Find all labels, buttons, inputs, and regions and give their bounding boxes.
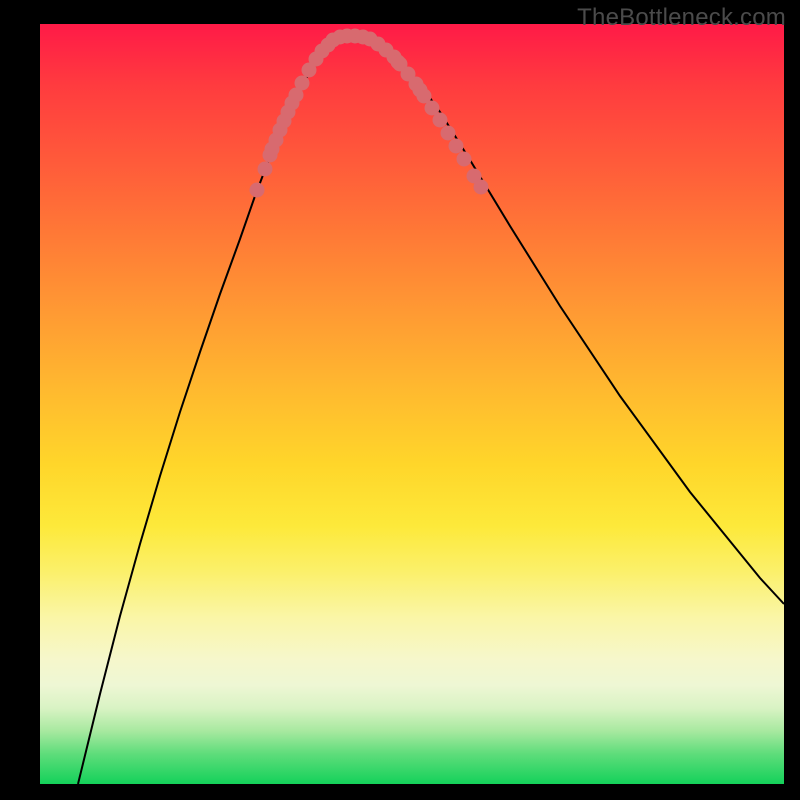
curve-svg: [40, 24, 784, 784]
data-dot: [474, 180, 489, 195]
plot-area: [40, 24, 784, 784]
data-dot: [457, 152, 472, 167]
watermark-text: TheBottleneck.com: [577, 4, 786, 32]
chart-frame: TheBottleneck.com: [0, 0, 800, 800]
data-dot: [258, 162, 273, 177]
data-dot: [441, 126, 456, 141]
data-dot: [449, 139, 464, 154]
data-dot: [295, 76, 310, 91]
curve-dots: [250, 29, 489, 198]
data-dot: [250, 183, 265, 198]
data-dot: [433, 113, 448, 128]
bottleneck-curve: [78, 36, 784, 784]
